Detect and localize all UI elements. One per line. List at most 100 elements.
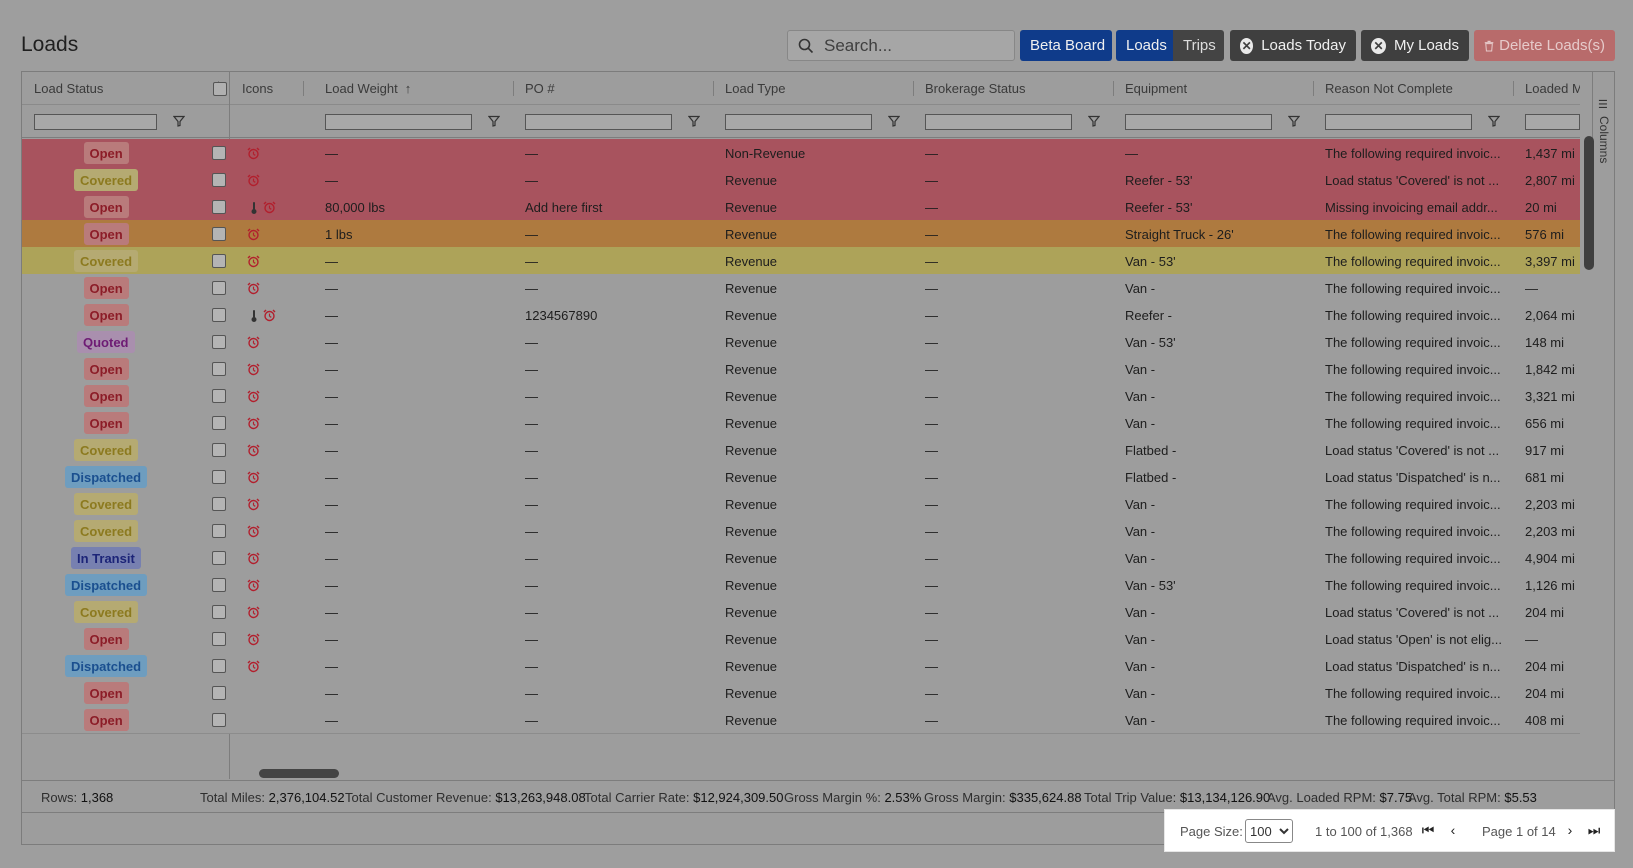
cell-weight: — — [325, 550, 338, 566]
delete-loads-button[interactable]: Delete Loads(s) — [1474, 30, 1615, 61]
table-row[interactable]: Open 1 lbs — Revenue — Straight Truck - 26' Th… — [22, 220, 1580, 248]
filter-icon[interactable] — [888, 115, 900, 127]
filter-input-reason[interactable] — [1325, 113, 1472, 130]
table-row[interactable]: Covered — — Revenue — Reefer - 53' Load status… — [22, 166, 1580, 194]
loads-toggle-button[interactable]: Loads — [1116, 30, 1173, 61]
search-input[interactable] — [822, 34, 1002, 57]
search-box[interactable] — [787, 30, 1015, 61]
filter-icon[interactable] — [688, 115, 700, 127]
table-row[interactable]: Dispatched — — Revenue — Van - Load status 'Di… — [22, 652, 1580, 680]
loads-today-button[interactable]: ✕ Loads Today — [1230, 30, 1356, 61]
load-status-badge: Open — [83, 196, 129, 218]
filter-input-equipment[interactable] — [1125, 113, 1272, 130]
table-row[interactable]: Open — — Revenue — Van - The following require… — [22, 706, 1580, 734]
col-header-brokerage-status[interactable]: Brokerage Status — [913, 72, 1114, 105]
last-page-icon[interactable]: ⏭ — [1586, 822, 1602, 838]
col-header-equipment[interactable]: Equipment — [1113, 72, 1314, 105]
next-page-icon[interactable]: › — [1562, 822, 1578, 838]
first-page-icon[interactable]: ⏮ — [1420, 822, 1436, 838]
row-checkbox[interactable] — [212, 416, 226, 430]
table-row[interactable]: Covered — — Revenue — Van - The following requ… — [22, 490, 1580, 518]
row-checkbox[interactable] — [212, 200, 226, 214]
cell-brokerage: — — [925, 685, 938, 701]
filter-input-load-type[interactable] — [725, 113, 872, 130]
col-header-load-status[interactable]: Load Status — [22, 72, 219, 105]
table-row[interactable]: Covered — — Revenue — Van - The following requ… — [22, 517, 1580, 545]
row-checkbox[interactable] — [212, 443, 226, 457]
previous-page-icon[interactable]: ‹ — [1445, 822, 1461, 838]
filter-icon[interactable] — [1288, 115, 1300, 127]
row-checkbox[interactable] — [212, 389, 226, 403]
filter-input-load-status[interactable] — [34, 113, 157, 130]
columns-side-panel[interactable]: ☰ Columns — [1592, 72, 1614, 172]
table-row[interactable]: Covered — — Revenue — Van - Load status 'Cover… — [22, 598, 1580, 626]
stat-value: $13,263,948.08 — [495, 790, 586, 805]
table-row[interactable]: Dispatched — — Revenue — Flatbed - Load status… — [22, 463, 1580, 491]
row-checkbox[interactable] — [212, 362, 226, 376]
col-header-icons[interactable]: Icons — [230, 72, 304, 105]
cell-po: — — [525, 496, 538, 512]
row-checkbox[interactable] — [212, 254, 226, 268]
row-checkbox[interactable] — [212, 524, 226, 538]
my-loads-button[interactable]: ✕ My Loads — [1361, 30, 1469, 61]
cell-po: — — [525, 685, 538, 701]
vertical-scrollbar[interactable] — [1584, 136, 1594, 270]
row-checkbox[interactable] — [212, 470, 226, 484]
table-row[interactable]: Dispatched — — Revenue — Van - 53' The followi… — [22, 571, 1580, 599]
row-checkbox[interactable] — [212, 335, 226, 349]
table-row[interactable]: Quoted — — Revenue — Van - 53' The following r… — [22, 328, 1580, 356]
row-checkbox[interactable] — [212, 551, 226, 565]
row-checkbox[interactable] — [212, 281, 226, 295]
filter-icon[interactable] — [488, 115, 500, 127]
table-row[interactable]: Open — — Non-Revenue — — The following require… — [22, 139, 1580, 167]
cell-miles: 204 mi — [1525, 658, 1565, 674]
table-row[interactable]: Open — — Revenue — Van - The following require… — [22, 274, 1580, 302]
stat-label: Gross Margin: — [924, 790, 1006, 805]
table-row[interactable]: Open — — Revenue — Van - The following require… — [22, 382, 1580, 410]
filter-input-brokerage[interactable] — [925, 113, 1072, 130]
cell-equipment: Van - — [1125, 631, 1156, 647]
row-checkbox[interactable] — [212, 146, 226, 160]
table-row[interactable]: Open — — Revenue — Van - Load status 'Open' is… — [22, 625, 1580, 653]
filter-icon[interactable] — [173, 115, 185, 127]
col-header-po[interactable]: PO # — [513, 72, 714, 105]
table-row[interactable]: Open 80,000 lbs Add here first Revenue — Reef… — [22, 193, 1580, 221]
row-checkbox[interactable] — [212, 308, 226, 322]
table-row[interactable]: Open — — Revenue — Van - The following require… — [22, 679, 1580, 707]
col-header-load-type[interactable]: Load Type — [713, 72, 914, 105]
table-row[interactable]: Covered — — Revenue — Van - 53' The following … — [22, 247, 1580, 275]
page-size-select[interactable]: 100 — [1245, 819, 1293, 843]
table-row[interactable]: Open — — Revenue — Van - The following require… — [22, 355, 1580, 383]
search-icon — [798, 38, 814, 53]
cell-type: Revenue — [725, 415, 778, 431]
col-header-loaded-miles[interactable]: Loaded Mile — [1513, 72, 1580, 105]
row-checkbox[interactable] — [212, 173, 226, 187]
row-checkbox[interactable] — [212, 686, 226, 700]
filter-input-load-weight[interactable] — [325, 113, 472, 130]
table-row[interactable]: Open — 1234567890 Revenue — Reefer - The follo… — [22, 301, 1580, 329]
trips-toggle-button[interactable]: Trips — [1173, 30, 1224, 61]
col-header-reason[interactable]: Reason Not Complete — [1313, 72, 1514, 105]
row-checkbox[interactable] — [212, 605, 226, 619]
row-checkbox[interactable] — [212, 713, 226, 727]
cell-brokerage: — — [925, 604, 938, 620]
filter-input-po[interactable] — [525, 113, 672, 130]
filter-icon[interactable] — [1088, 115, 1100, 127]
select-all-checkbox[interactable] — [213, 81, 227, 96]
cell-brokerage: — — [925, 523, 938, 539]
filter-input-loaded-miles[interactable] — [1525, 113, 1580, 130]
row-checkbox[interactable] — [212, 632, 226, 646]
table-row[interactable]: Open — — Revenue — Van - The following require… — [22, 409, 1580, 437]
col-header-load-weight[interactable]: Load Weight ↑ — [313, 72, 514, 105]
beta-board-button[interactable]: Beta Board — [1020, 30, 1112, 61]
horizontal-scrollbar[interactable] — [259, 769, 339, 778]
stat-label: Total Carrier Rate: — [584, 790, 690, 805]
row-checkbox[interactable] — [212, 578, 226, 592]
filter-icon[interactable] — [1488, 115, 1500, 127]
alarm-clock-icon — [247, 444, 260, 457]
row-checkbox[interactable] — [212, 227, 226, 241]
table-row[interactable]: Covered — — Revenue — Flatbed - Load status 'C… — [22, 436, 1580, 464]
row-checkbox[interactable] — [212, 497, 226, 511]
table-row[interactable]: In Transit — — Revenue — Van - The following r… — [22, 544, 1580, 572]
row-checkbox[interactable] — [212, 659, 226, 673]
